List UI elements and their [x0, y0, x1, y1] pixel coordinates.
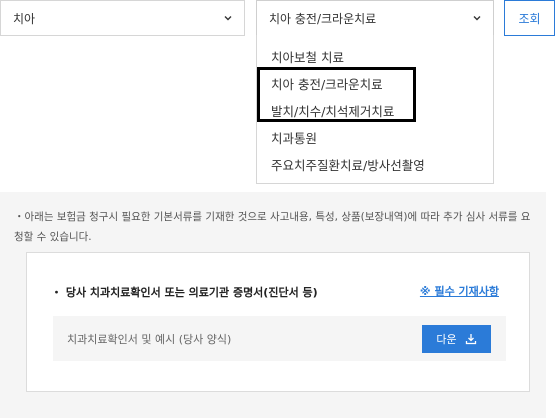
document-row: 치과치료확인서 및 예시 (당사 양식) 다운: [53, 316, 506, 361]
document-title: ・ 당사 치과치료확인서 또는 의료기관 증명서(진단서 등): [51, 286, 318, 299]
notice-text: ・아래는 보험금 청구시 필요한 기본서류를 기재한 것으로 사고내용, 특성,…: [14, 211, 531, 243]
download-button[interactable]: 다운: [422, 325, 491, 353]
info-panel: ・아래는 보험금 청구시 필요한 기본서류를 기재한 것으로 사고내용, 특성,…: [0, 192, 546, 418]
dropdown-option[interactable]: 치과통원: [271, 128, 317, 147]
dropdown-option[interactable]: 치아 충전/크라운치료: [271, 74, 383, 93]
category-select-value: 치아: [13, 11, 36, 26]
treatment-select-value: 치아 충전/크라운치료: [269, 11, 377, 26]
chevron-down-icon: [224, 16, 232, 21]
search-button[interactable]: 조회: [504, 0, 555, 36]
download-button-label: 다운: [436, 333, 457, 346]
download-icon: [465, 334, 476, 345]
dropdown-option[interactable]: 발치/치수/치석제거치료: [271, 101, 394, 120]
search-button-label: 조회: [518, 11, 541, 26]
category-select[interactable]: 치아: [0, 0, 245, 36]
treatment-select[interactable]: 치아 충전/크라운치료: [256, 0, 494, 36]
dropdown-option[interactable]: 치아보철 치료: [271, 47, 344, 66]
document-row-label: 치과치료확인서 및 예시 (당사 양식): [67, 333, 232, 346]
treatment-dropdown-list: 치아보철 치료 치아 충전/크라운치료 발치/치수/치석제거치료 치과통원 주요…: [256, 35, 494, 184]
dropdown-option[interactable]: 주요치주질환치료/방사선촬영: [271, 155, 425, 174]
required-items-link[interactable]: ※ 필수 기재사항: [420, 283, 499, 299]
chevron-down-icon: [473, 16, 481, 21]
document-card: ・ 당사 치과치료확인서 또는 의료기관 증명서(진단서 등) ※ 필수 기재사…: [26, 252, 530, 392]
